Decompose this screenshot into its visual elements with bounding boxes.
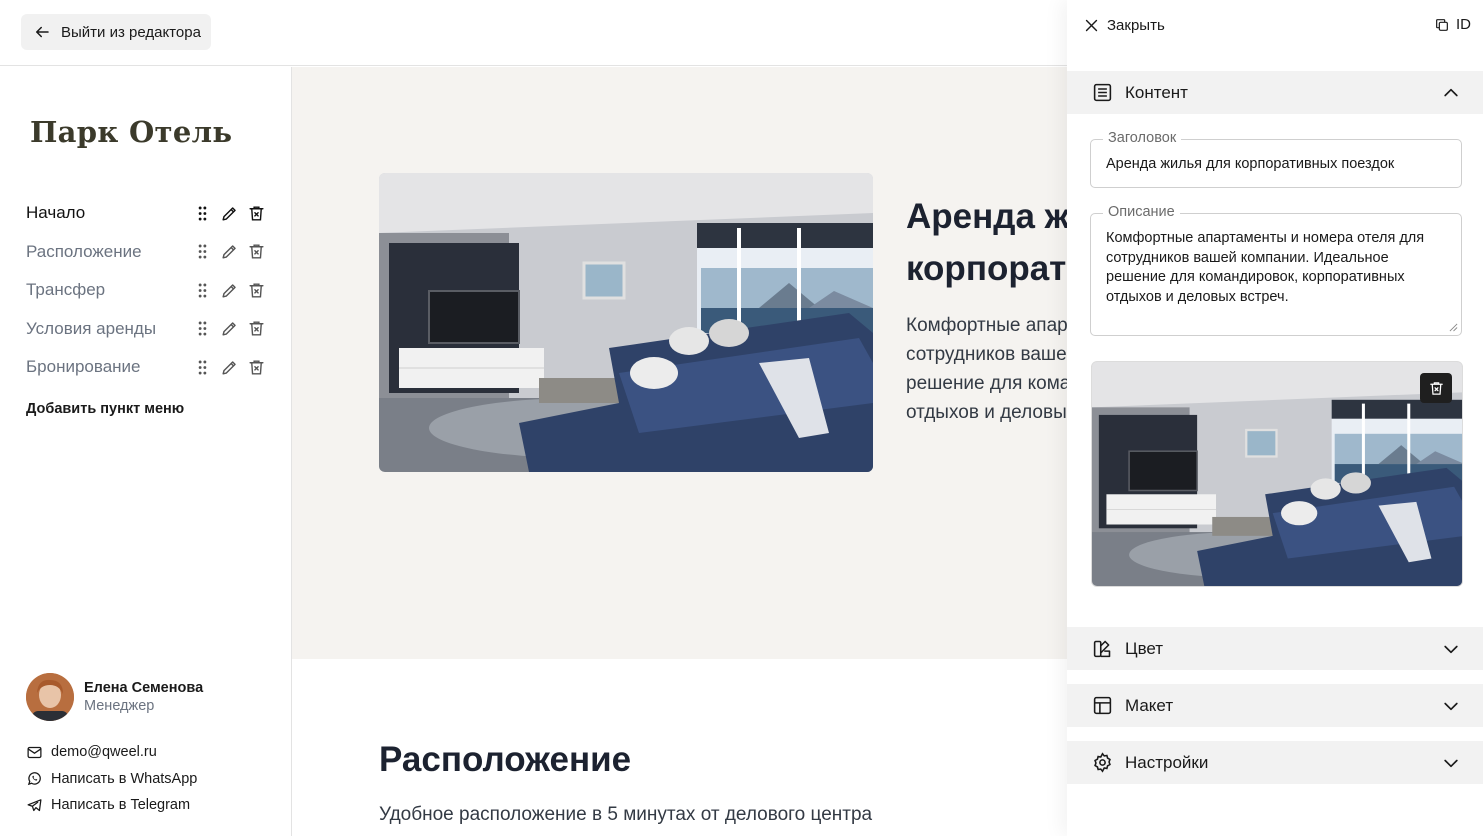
block-editor-panel: Закрыть ID Контент Заголовок Аренда жиль… — [1067, 0, 1483, 836]
exit-editor-label: Выйти из редактора — [61, 23, 201, 41]
page-preview: Аренда жилья для корпоративных поездок К… — [292, 67, 1067, 836]
menu-item-actions — [193, 281, 266, 300]
hero-section[interactable]: Аренда жилья для корпоративных поездок К… — [292, 67, 1067, 659]
hero-image — [379, 173, 873, 472]
exit-editor-button[interactable]: Выйти из редактора — [21, 14, 211, 50]
site-brand-logo: Парк Отель — [30, 115, 233, 149]
chevron-down-icon — [1444, 645, 1458, 653]
close-icon — [1085, 19, 1098, 32]
menu-item-location[interactable]: Расположение — [26, 233, 266, 272]
avatar — [26, 673, 74, 721]
whatsapp-icon — [27, 772, 41, 786]
menu-item-label[interactable]: Условия аренды — [26, 319, 156, 339]
drag-handle-icon[interactable] — [193, 358, 212, 377]
menu-item-start[interactable]: Начало — [26, 194, 266, 233]
trash-icon[interactable] — [247, 358, 266, 377]
whatsapp-text: Написать в WhatsApp — [51, 770, 198, 787]
trash-icon[interactable] — [247, 319, 266, 338]
accordion-settings[interactable]: Настройки — [1067, 741, 1483, 784]
arrow-left-icon — [36, 26, 49, 38]
section-title: Расположение — [379, 740, 632, 779]
menu-item-actions — [193, 242, 266, 261]
contacts-list: demo@qweel.ru Написать в WhatsApp Написа… — [26, 739, 197, 819]
accordion-layout[interactable]: Макет — [1067, 684, 1483, 727]
id-label: ID — [1456, 16, 1471, 33]
telegram-icon — [27, 798, 42, 811]
gear-icon — [1094, 752, 1111, 773]
title-field-label: Заголовок — [1103, 130, 1182, 146]
pencil-icon[interactable] — [220, 358, 239, 377]
drag-handle-icon[interactable] — [193, 319, 212, 338]
pencil-icon[interactable] — [220, 204, 239, 223]
accordion-label: Настройки — [1125, 752, 1209, 772]
menu-item-label[interactable]: Начало — [26, 203, 85, 223]
pencil-icon[interactable] — [220, 319, 239, 338]
trash-icon[interactable] — [247, 242, 266, 261]
title-field[interactable]: Заголовок Аренда жилья для корпоративных… — [1090, 130, 1462, 188]
trash-icon[interactable] — [247, 281, 266, 300]
chevron-up-icon — [1444, 88, 1458, 96]
whatsapp-link[interactable]: Написать в WhatsApp — [26, 766, 197, 793]
menu-item-label[interactable]: Расположение — [26, 242, 142, 262]
site-sidebar: Парк Отель Начало Расположение Трансфер — [0, 67, 292, 836]
block-image[interactable] — [1091, 361, 1463, 587]
description-field-label: Описание — [1103, 204, 1180, 220]
menu-list: Начало Расположение Трансфер Условия аре… — [26, 194, 266, 387]
description-field[interactable]: Описание Комфортные апартаменты и номера… — [1090, 204, 1462, 336]
accordion-label: Цвет — [1125, 638, 1164, 658]
telegram-link[interactable]: Написать в Telegram — [26, 792, 197, 819]
trash-icon — [1429, 381, 1443, 395]
trash-icon[interactable] — [247, 204, 266, 223]
delete-image-button[interactable] — [1420, 373, 1452, 403]
email-text: demo@qweel.ru — [51, 744, 157, 761]
mail-icon — [27, 746, 42, 758]
layout-grid-icon — [1093, 696, 1112, 715]
manager-card: Елена Семенова Менеджер — [26, 673, 203, 721]
pencil-icon[interactable] — [220, 242, 239, 261]
pencil-icon[interactable] — [220, 281, 239, 300]
chevron-down-icon — [1444, 759, 1458, 767]
accordion-content[interactable]: Контент — [1067, 71, 1483, 114]
manager-name: Елена Семенова — [84, 680, 204, 696]
add-menu-item-button[interactable]: Добавить пункт меню — [26, 401, 184, 417]
accordion-label: Контент — [1125, 82, 1188, 102]
chevron-down-icon — [1444, 702, 1458, 710]
menu-item-label[interactable]: Трансфер — [26, 280, 105, 300]
menu-item-booking[interactable]: Бронирование — [26, 348, 266, 387]
menu-item-actions — [193, 358, 266, 377]
palette-icon — [1093, 640, 1111, 658]
document-lines-icon — [1093, 83, 1112, 102]
resize-handle-icon[interactable] — [1449, 323, 1458, 332]
close-panel-button[interactable]: Закрыть — [1083, 17, 1165, 34]
section-description: Удобное расположение в 5 минутах от дело… — [379, 804, 873, 825]
accordion-color[interactable]: Цвет — [1067, 627, 1483, 670]
close-label: Закрыть — [1107, 17, 1165, 34]
menu-item-actions — [193, 319, 266, 338]
description-field-value[interactable]: Комфортные апартаменты и номера отеля дл… — [1091, 214, 1461, 307]
menu-item-label[interactable]: Бронирование — [26, 357, 141, 377]
menu-item-actions — [193, 204, 266, 223]
editor-topbar: Выйти из редактора — [0, 0, 1067, 66]
copy-icon — [1436, 18, 1448, 31]
copy-id-button[interactable]: ID — [1434, 16, 1471, 33]
menu-item-rental-terms[interactable]: Условия аренды — [26, 310, 266, 349]
email-link[interactable]: demo@qweel.ru — [26, 739, 197, 766]
menu-item-transfer[interactable]: Трансфер — [26, 271, 266, 310]
telegram-text: Написать в Telegram — [51, 797, 191, 814]
drag-handle-icon[interactable] — [193, 204, 212, 223]
hero-title: Аренда жилья для корпоративных поездок — [906, 197, 1067, 288]
drag-handle-icon[interactable] — [193, 281, 212, 300]
drag-handle-icon[interactable] — [193, 242, 212, 261]
manager-role: Менеджер — [84, 698, 155, 714]
hero-description: Комфортные апартаменты и номера отеля дл… — [906, 315, 1067, 423]
accordion-label: Макет — [1125, 695, 1174, 715]
